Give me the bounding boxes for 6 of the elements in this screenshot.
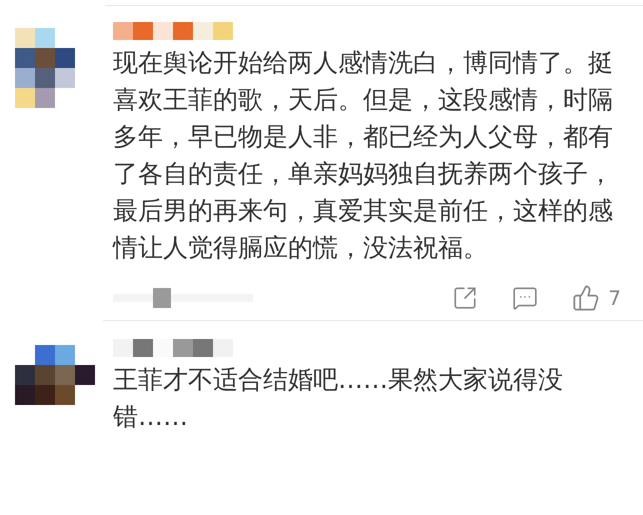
like-count: 7 bbox=[608, 285, 621, 312]
comment-text: 现在舆论开始给两人感情洗白，博同情了。挺喜欢王菲的歌，天后。但是，这段感情，时隔多年，早已物是人非，都已经为人父母，都有了各自的责任，单亲妈妈独自抚养两个孩子，最后男的再来句，真爱其实是前任，这样的感情让人觉得膈应的慌，没法祝福。 bbox=[113, 47, 613, 264]
comment-text: 王菲才不适合结婚吧……果然大家说得没错…… bbox=[113, 364, 564, 433]
like-icon[interactable] bbox=[572, 284, 600, 312]
share-icon[interactable] bbox=[452, 285, 478, 311]
comment-icon[interactable] bbox=[512, 285, 538, 311]
